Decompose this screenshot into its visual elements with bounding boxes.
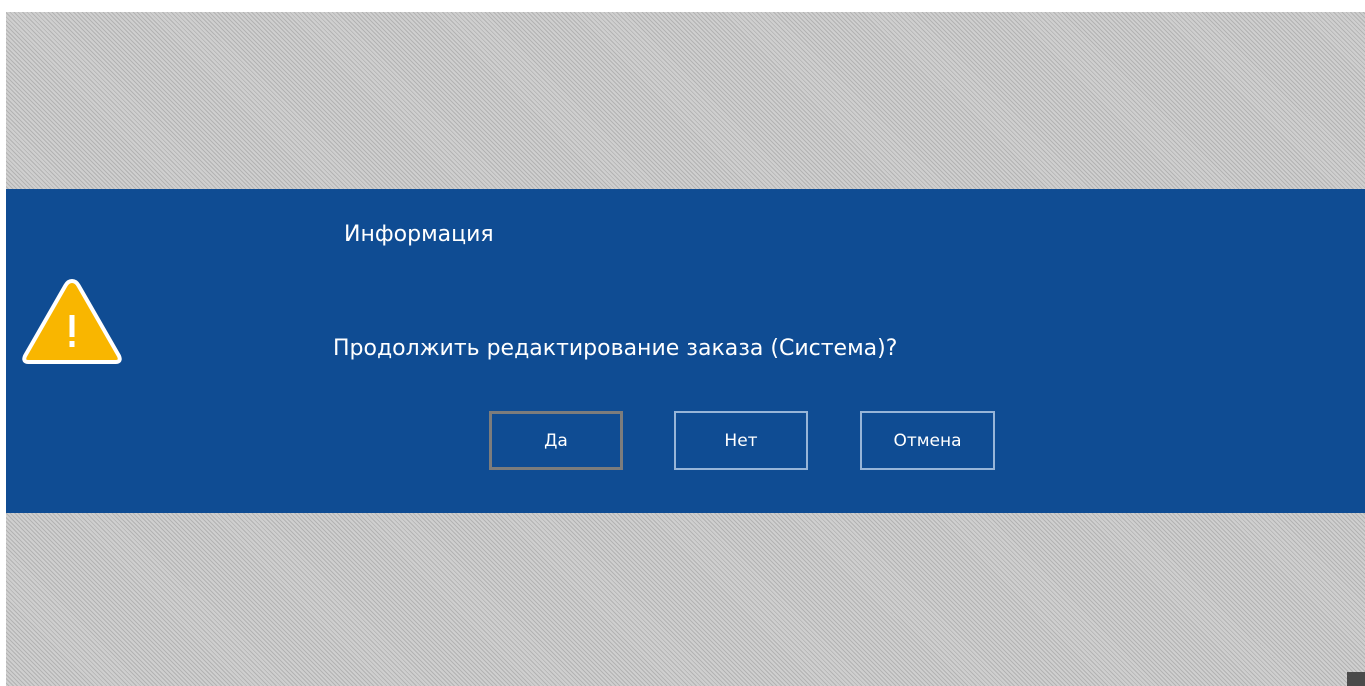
message-dialog: Информация Продолжить редактирование зак… xyxy=(6,189,1365,513)
dialog-message: Продолжить редактирование заказа (Систем… xyxy=(333,336,898,361)
warning-icon xyxy=(22,279,122,364)
corner-handle xyxy=(1347,672,1365,686)
top-strip xyxy=(0,0,1365,12)
cancel-button[interactable]: Отмена xyxy=(860,411,995,470)
no-button[interactable]: Нет xyxy=(674,411,808,470)
yes-button[interactable]: Да xyxy=(489,411,623,470)
dialog-title: Информация xyxy=(344,222,494,247)
